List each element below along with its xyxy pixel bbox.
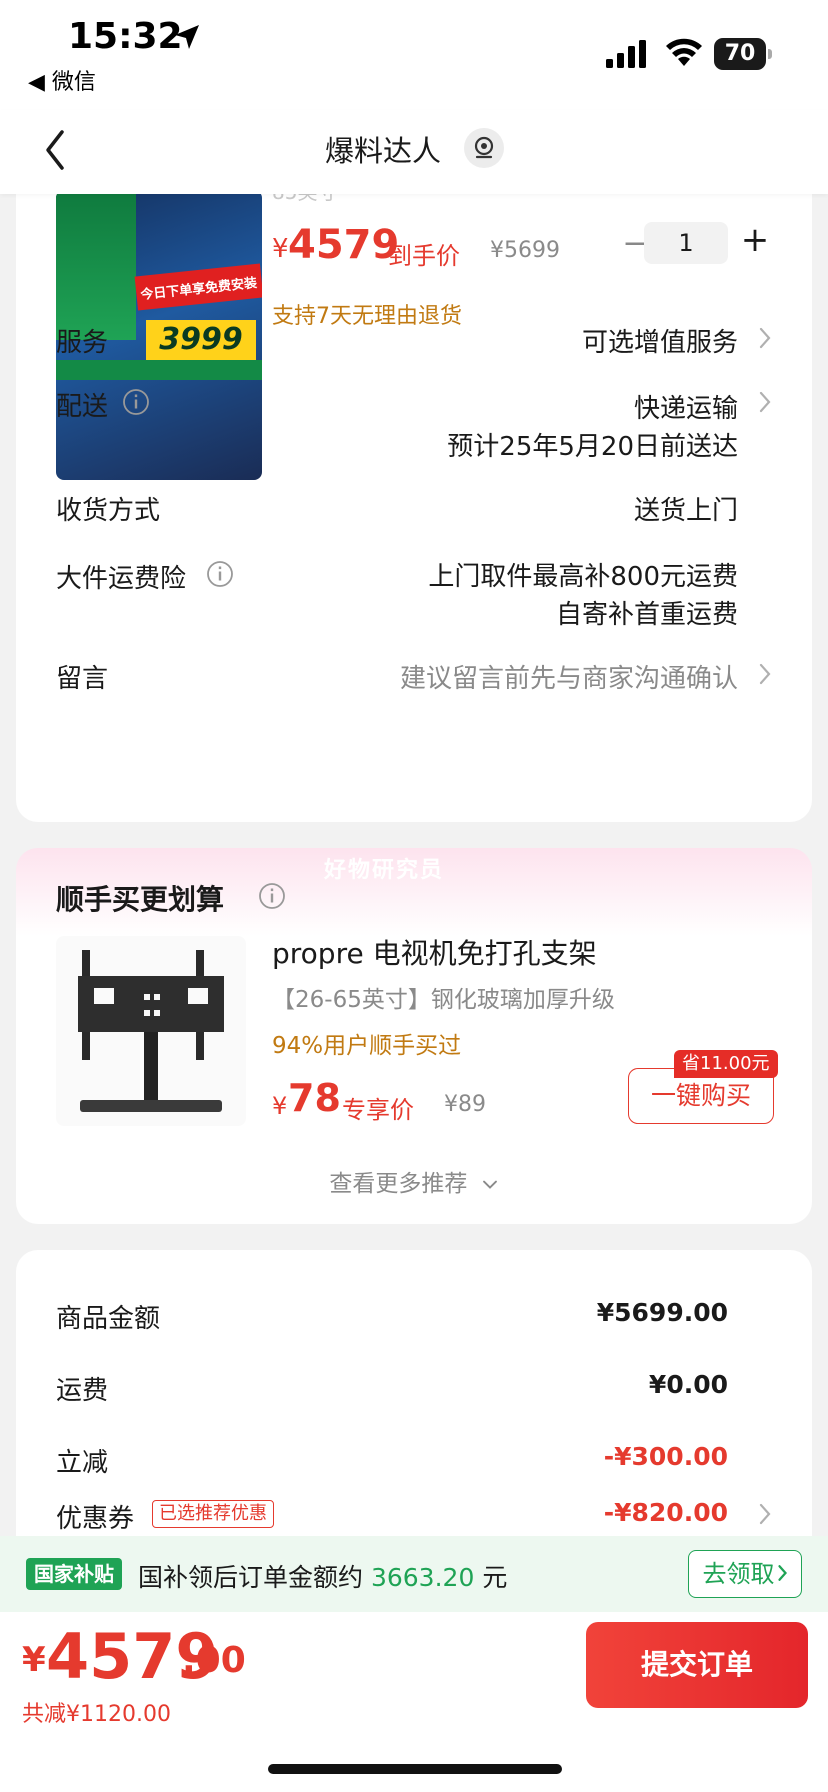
savings-badge: 省11.00元	[674, 1050, 778, 1078]
coupon-label: 优惠券	[56, 1504, 135, 1534]
thumbnail-promo-panel	[56, 190, 136, 340]
chevron-right-icon[interactable]	[758, 390, 772, 414]
price-currency: ¥	[272, 234, 289, 264]
cellular-signal-icon	[606, 40, 646, 68]
claim-subsidy-label: 去领取	[702, 1560, 775, 1588]
watermark-text: 好物研究员	[324, 858, 445, 883]
see-more-recommendations-link[interactable]: 查看更多推荐	[16, 1164, 812, 1198]
location-pin-icon	[474, 136, 494, 159]
subsidy-text: 国补领后订单金额约 3663.20 元	[138, 1558, 507, 1594]
delivery-label: 配送	[56, 392, 109, 422]
service-value[interactable]: 可选增值服务	[582, 322, 738, 359]
chevron-down-icon	[482, 1180, 497, 1189]
price-summary-card: 商品金额 ¥5699.00 运费 ¥0.00 立减 -¥300.00 优惠券 已…	[16, 1250, 812, 1570]
submit-order-button[interactable]: 提交订单	[586, 1622, 808, 1708]
order-details-card: 今日下单享免费安装 3999 85英寸 ¥ 4579 到手价 ¥5699 − 1…	[16, 150, 812, 822]
page-title: 爆料达人	[324, 134, 441, 168]
claim-subsidy-button[interactable]: 去领取	[688, 1550, 802, 1598]
upsell-card: 好物研究员 顺手买更划算 propre 电视机免打孔支架 【26-65英寸】钢化…	[16, 848, 812, 1224]
tv-stand-image[interactable]	[56, 936, 246, 1126]
upsell-price-currency: ¥	[272, 1092, 288, 1120]
delivery-eta: 预计25年5月20日前送达	[447, 432, 738, 462]
upsell-price: 78	[288, 1076, 341, 1120]
service-label: 服务	[56, 328, 109, 358]
battery-tip	[768, 49, 772, 59]
thumbnail-sale-banner: 今日下单享免费安装	[134, 263, 262, 311]
total-saved: 共减¥1120.00	[22, 1702, 171, 1727]
chevron-right-icon[interactable]	[758, 662, 772, 686]
shipping-fee-value: ¥0.00	[648, 1370, 728, 1399]
coupon-selected-tag: 已选推荐优惠	[152, 1500, 274, 1528]
insurance-detail-2: 自寄补首重运费	[555, 600, 738, 630]
subsidy-text-prefix: 国补领后订单金额约	[138, 1563, 364, 1592]
upsell-original-price: ¥89	[444, 1092, 486, 1117]
original-price: ¥5699	[490, 238, 560, 263]
info-icon[interactable]	[206, 560, 234, 588]
back-to-wechat-link[interactable]: ◀ 微信	[28, 64, 96, 96]
instant-discount-value: -¥300.00	[603, 1442, 728, 1471]
quantity-increase-button[interactable]: +	[738, 220, 772, 264]
shipping-fee-label: 运费	[56, 1376, 109, 1406]
nav-bar: 爆料达人	[0, 110, 828, 194]
product-price: 4579	[288, 222, 400, 268]
delivery-method[interactable]: 快递运输	[634, 388, 738, 425]
status-bar: 15:32 ◀ 微信 70	[0, 0, 828, 110]
national-subsidy-bar: 国家补贴 国补领后订单金额约 3663.20 元 去领取	[0, 1536, 828, 1612]
goods-amount-label: 商品金额	[56, 1304, 161, 1334]
price-label: 到手价	[388, 242, 460, 270]
goods-amount-value: ¥5699.00	[596, 1298, 728, 1327]
upsell-item-popularity: 94%用户顺手买过	[272, 1033, 462, 1059]
receive-method-value: 送货上门	[633, 496, 738, 526]
shipping-insurance-label: 大件运费险	[56, 564, 187, 594]
battery-icon: 70	[714, 38, 772, 70]
insurance-detail-1: 上门取件最高补800元运费	[428, 562, 738, 592]
checkout-bar: ¥ 4579 .00 共减¥1120.00 提交订单	[0, 1612, 828, 1792]
upsell-item-name[interactable]: propre 电视机免打孔支架	[272, 932, 597, 972]
home-indicator[interactable]	[268, 1764, 562, 1774]
wifi-icon	[666, 38, 702, 66]
total-price-decimal: .00	[182, 1640, 246, 1681]
instant-discount-label: 立减	[56, 1448, 109, 1478]
status-time: 15:32	[68, 16, 183, 57]
location-arrow-icon	[175, 25, 199, 49]
coupon-value[interactable]: -¥820.00	[604, 1498, 728, 1527]
message-label: 留言	[56, 664, 109, 694]
chevron-right-icon	[777, 1565, 787, 1581]
chevron-right-icon[interactable]	[758, 1502, 772, 1526]
subsidy-amount: 3663.20	[370, 1563, 475, 1592]
chevron-right-icon[interactable]	[758, 326, 772, 350]
upsell-price-label: 专享价	[342, 1096, 414, 1124]
upsell-item-spec: 【26-65英寸】钢化玻璃加厚升级	[272, 987, 615, 1013]
subsidy-text-suffix: 元	[482, 1563, 508, 1592]
thumbnail-footer	[56, 360, 262, 380]
info-icon[interactable]	[258, 882, 286, 910]
return-policy-note: 支持7天无理由退货	[272, 304, 462, 329]
receive-method-label: 收货方式	[56, 496, 161, 526]
total-currency: ¥	[22, 1640, 46, 1680]
location-pin-button[interactable]	[464, 128, 504, 168]
thumbnail-price: 3999	[146, 320, 256, 360]
message-input[interactable]: 建议留言前先与商家沟通确认	[400, 658, 738, 695]
info-icon[interactable]	[122, 388, 150, 416]
see-more-label: 查看更多推荐	[329, 1171, 468, 1197]
quantity-value[interactable]: 1	[644, 222, 728, 264]
battery-level: 70	[714, 38, 766, 70]
subsidy-badge: 国家补贴	[26, 1558, 122, 1590]
upsell-title: 顺手买更划算	[56, 883, 225, 916]
